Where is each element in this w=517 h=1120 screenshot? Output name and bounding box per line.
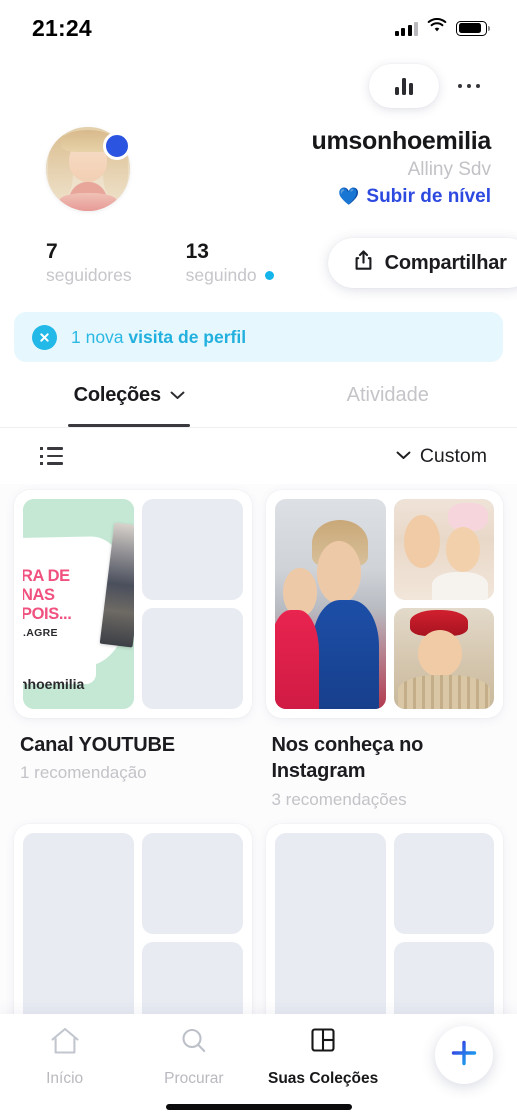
app-screen: 21:24 umsonhoemilia Alliny Sdv 💙 Subir d…: [0, 0, 517, 1120]
stats-button[interactable]: [369, 64, 439, 108]
followers-stat[interactable]: 7 seguidores: [46, 240, 132, 286]
tab-bar: Coleções Atividade: [0, 370, 517, 428]
level-up-link[interactable]: 💙 Subir de nível: [130, 186, 491, 209]
tab-colecoes-label: Coleções: [73, 384, 162, 406]
blue-heart-icon: 💙: [338, 187, 360, 207]
display-name: Alliny Sdv: [407, 159, 491, 181]
collection-title: Canal YOUTUBE: [20, 734, 175, 756]
share-button-label: Compartilhar: [384, 251, 507, 274]
thumbnail-main-tile: [274, 499, 386, 709]
collection-title: Nos conheça no Instagram: [271, 734, 424, 783]
profile-visit-banner[interactable]: 1 nova visita de perfil: [14, 312, 503, 362]
share-icon: [354, 250, 373, 276]
thumbnail-placeholder-tile: [142, 832, 243, 934]
followers-count: 7: [46, 239, 58, 263]
banner-text: 1 nova visita de perfil: [71, 327, 246, 348]
collection-count: 3 recomendações: [271, 789, 407, 809]
collection-meta: Nos conheça no Instagram 3 recomendações: [266, 718, 504, 810]
nav-item-suas-colecoes[interactable]: Suas Coleções: [259, 1026, 388, 1088]
profile-header: umsonhoemilia Alliny Sdv 💙 Subir de níve…: [0, 116, 517, 222]
avatar-wrapper[interactable]: [46, 127, 131, 211]
sort-dropdown-label: Custom: [419, 444, 487, 467]
art-handle: nhoemilia: [23, 676, 85, 693]
thumbnail-side-tiles: [393, 499, 494, 709]
nav-item-inicio-label: Início: [46, 1070, 84, 1087]
art-line-2: NAS: [23, 586, 55, 605]
home-icon: [49, 1026, 81, 1061]
thumbnail-placeholder-tile: [142, 608, 243, 709]
collection-card[interactable]: RA DE NAS POIS... .AGRE nhoemilia Canal …: [14, 490, 252, 810]
collection-photo: [274, 499, 386, 709]
nav-item-suas-colecoes-label: Suas Coleções: [267, 1070, 379, 1087]
top-actions-bar: [0, 56, 517, 116]
list-view-icon[interactable]: [36, 443, 67, 469]
stats-row: 7 seguidores 13 seguindo Compartilhar: [0, 222, 517, 304]
thumbnail-side-tiles: [393, 832, 494, 1043]
avatar-status-badge: [103, 132, 131, 160]
banner-text-bold: visita de perfil: [128, 326, 247, 347]
search-icon: [178, 1026, 210, 1061]
page-title: umsonhoemilia: [311, 127, 492, 156]
battery-icon: [456, 20, 490, 36]
status-icons: [394, 18, 490, 38]
banner-text-prefix: 1 nova: [71, 326, 129, 347]
art-line-1: RA DE: [23, 567, 70, 586]
share-button[interactable]: Compartilhar: [327, 238, 517, 288]
collections-grid-icon: [307, 1026, 339, 1061]
chevron-down-icon: [170, 387, 185, 405]
collection-meta: Canal YOUTUBE 1 recomendação: [14, 718, 252, 783]
collection-photo: [393, 608, 494, 709]
notification-banner-wrapper: 1 nova visita de perfil: [0, 304, 517, 370]
thumbnail-placeholder-tile: [274, 832, 386, 1043]
collections-toolbar: Custom: [0, 428, 517, 484]
following-count: 13: [185, 239, 209, 263]
nav-item-inicio[interactable]: Início: [0, 1026, 129, 1088]
more-horizontal-icon: [457, 83, 463, 89]
collections-grid: RA DE NAS POIS... .AGRE nhoemilia Canal …: [14, 490, 503, 1052]
thumbnail-photo-tile: [393, 608, 494, 709]
cellular-signal-icon: [394, 21, 418, 36]
thumbnail-side-tiles: [142, 499, 243, 709]
thumbnail-placeholder-tile: [142, 499, 243, 600]
add-collection-button[interactable]: [435, 1026, 493, 1084]
chevron-down-icon: [396, 447, 411, 465]
close-circle-icon[interactable]: [32, 324, 57, 350]
followers-label: seguidores: [46, 265, 132, 286]
nav-item-procurar-label: Procurar: [164, 1070, 224, 1087]
home-indicator: [165, 1104, 352, 1110]
following-new-dot: [264, 271, 274, 281]
collection-card[interactable]: Nos conheça no Instagram 3 recomendações: [265, 490, 504, 810]
level-up-label: Subir de nível: [366, 185, 491, 207]
thumbnail-side-tiles: [142, 832, 243, 1043]
collection-thumbnail[interactable]: RA DE NAS POIS... .AGRE nhoemilia: [14, 490, 252, 718]
tab-atividade-label: Atividade: [346, 384, 429, 406]
youtube-cover-art: RA DE NAS POIS... .AGRE nhoemilia: [23, 499, 135, 709]
status-bar: 21:24: [0, 0, 517, 56]
status-time: 21:24: [32, 14, 92, 41]
following-label: seguindo: [185, 265, 257, 286]
collection-count: 1 recomendação: [20, 763, 147, 783]
thumbnail-placeholder-tile: [23, 832, 135, 1043]
tab-colecoes[interactable]: Coleções: [0, 370, 259, 427]
art-subtitle: .AGRE: [23, 627, 58, 640]
art-line-3: POIS...: [23, 605, 72, 624]
thumbnail-photo-tile: [393, 499, 494, 600]
following-stat[interactable]: 13 seguindo: [186, 240, 274, 286]
bar-chart-icon: [394, 77, 414, 95]
nav-item-procurar[interactable]: Procurar: [129, 1026, 258, 1088]
thumbnail-placeholder-tile: [393, 832, 494, 934]
profile-text: umsonhoemilia Alliny Sdv 💙 Subir de níve…: [130, 127, 492, 210]
plus-icon: [449, 1038, 479, 1073]
thumbnail-main-tile: RA DE NAS POIS... .AGRE nhoemilia: [23, 499, 135, 709]
collection-photo: [393, 499, 494, 600]
tab-atividade[interactable]: Atividade: [259, 370, 517, 427]
collection-thumbnail[interactable]: [265, 490, 503, 718]
more-options-button[interactable]: [445, 64, 493, 108]
sort-dropdown[interactable]: Custom: [396, 445, 487, 468]
wifi-icon: [427, 18, 447, 38]
